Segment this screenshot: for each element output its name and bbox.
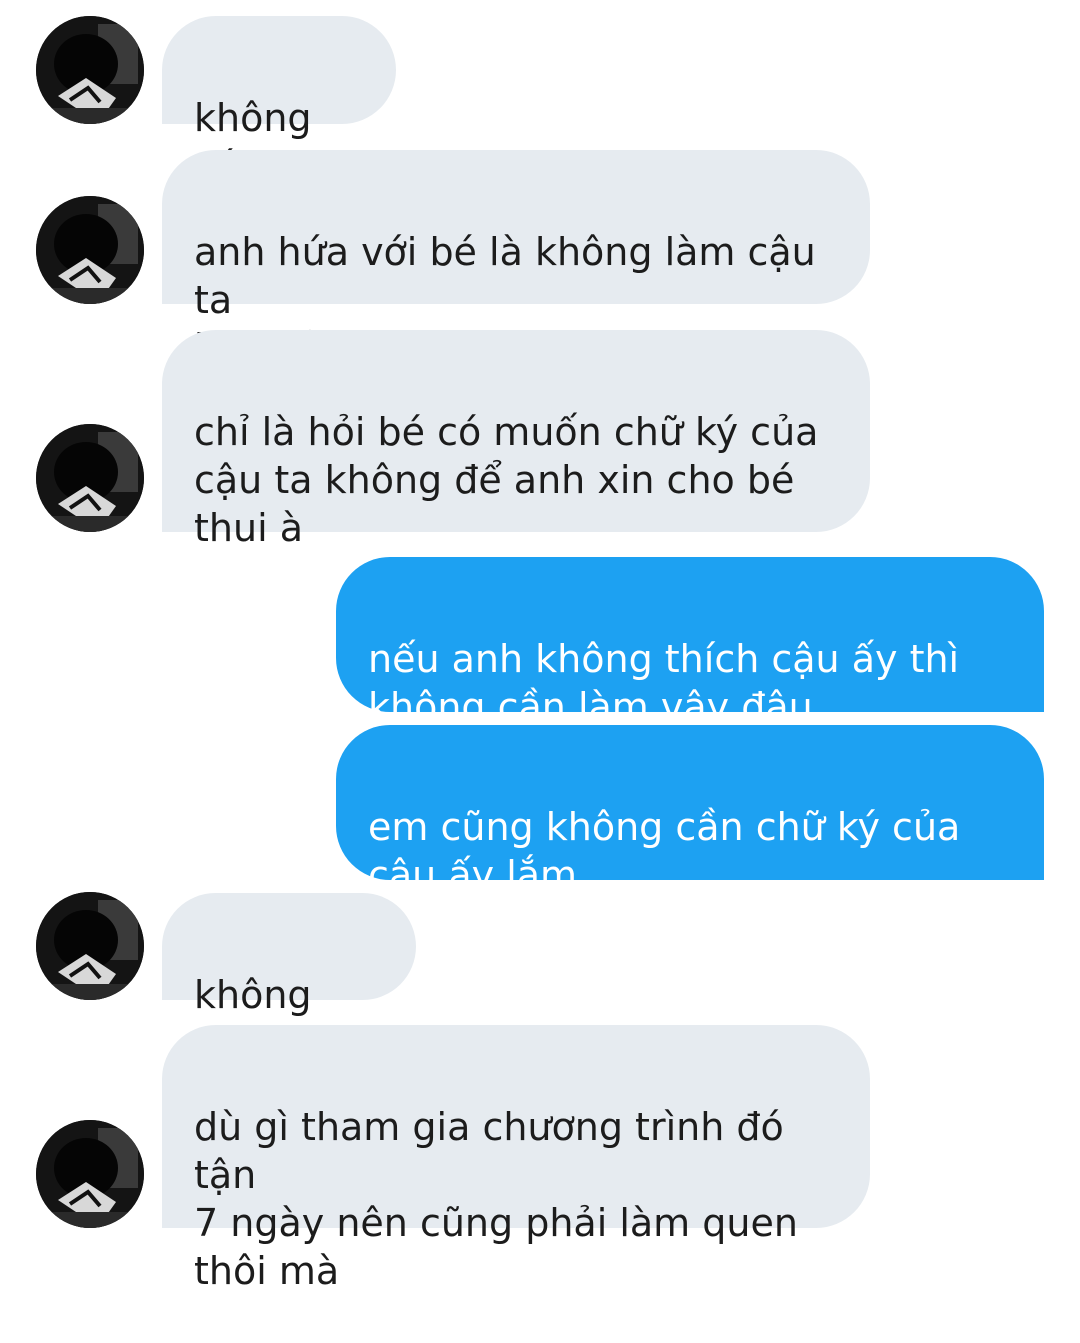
- contact-avatar[interactable]: [36, 1120, 144, 1228]
- contact-avatar[interactable]: [36, 196, 144, 304]
- message-text: nếu anh không thích cậu ấy thì không cần…: [368, 637, 960, 729]
- incoming-message-bubble[interactable]: anh hứa với bé là không làm cậu ta khó x…: [162, 150, 870, 370]
- outgoing-message-bubble[interactable]: em cũng không cần chữ ký của cậu ấy lắm: [336, 725, 1044, 897]
- avatar-photo-icon: [36, 16, 144, 124]
- incoming-message-bubble[interactable]: dù gì tham gia chương trình đó tận 7 ngà…: [162, 1025, 870, 1293]
- outgoing-message-bubble[interactable]: nếu anh không thích cậu ấy thì không cần…: [336, 557, 1044, 729]
- avatar-photo-icon: [36, 1120, 144, 1228]
- avatar-photo-icon: [36, 196, 144, 304]
- incoming-message-bubble[interactable]: chỉ là hỏi bé có muốn chữ ký của cậu ta …: [162, 330, 870, 550]
- message-text: dù gì tham gia chương trình đó tận 7 ngà…: [194, 1105, 798, 1293]
- contact-avatar[interactable]: [36, 892, 144, 1000]
- contact-avatar[interactable]: [36, 424, 144, 532]
- avatar-photo-icon: [36, 892, 144, 1000]
- message-text: chỉ là hỏi bé có muốn chữ ký của cậu ta …: [194, 410, 819, 550]
- incoming-message-bubble[interactable]: không sao: [162, 893, 416, 1065]
- message-text: em cũng không cần chữ ký của cậu ấy lắm: [368, 805, 961, 897]
- contact-avatar[interactable]: [36, 16, 144, 124]
- avatar-photo-icon: [36, 424, 144, 532]
- incoming-message-bubble[interactable]: không có: [162, 16, 396, 188]
